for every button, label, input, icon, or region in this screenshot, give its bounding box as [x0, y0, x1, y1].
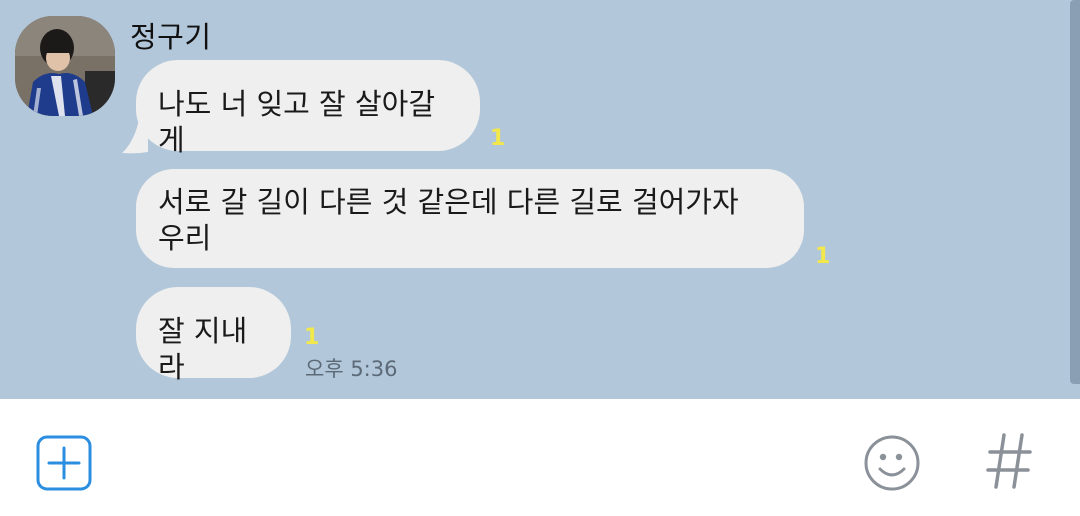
- scrollbar[interactable]: [1070, 0, 1080, 384]
- message-text: 나도 너 잊고 잘 살아갈게: [158, 87, 435, 157]
- input-bar: [0, 399, 1080, 516]
- unread-count: 1: [490, 126, 506, 151]
- attach-button[interactable]: [36, 435, 92, 491]
- plus-square-icon: [36, 435, 92, 491]
- avatar-photo: [15, 16, 115, 116]
- message-time: 오후 5:36: [305, 357, 398, 381]
- sender-avatar[interactable]: [15, 16, 115, 116]
- message-text-line2: 우리: [158, 221, 212, 255]
- chat-area: 정구기 나도 너 잊고 잘 살아갈게 1 서로 갈 길이 다른 것 같은데 다른…: [0, 0, 1080, 399]
- smiley-icon: [864, 435, 920, 491]
- unread-count: 1: [304, 325, 320, 350]
- message-text: 서로 갈 길이 다른 것 같은데 다른 길로 걸어가자: [158, 185, 739, 219]
- message-bubble[interactable]: 서로 갈 길이 다른 것 같은데 다른 길로 걸어가자 우리: [136, 169, 804, 268]
- sender-name: 정구기: [130, 20, 212, 54]
- message-bubble[interactable]: 잘 지내라: [136, 287, 291, 384]
- message-bubble[interactable]: 나도 너 잊고 잘 살아갈게: [136, 60, 480, 157]
- emoji-button[interactable]: [862, 433, 922, 493]
- hash-icon: [986, 433, 1032, 489]
- hash-button[interactable]: [982, 429, 1036, 493]
- message-text: 잘 지내라: [158, 314, 248, 384]
- unread-count: 1: [815, 244, 831, 269]
